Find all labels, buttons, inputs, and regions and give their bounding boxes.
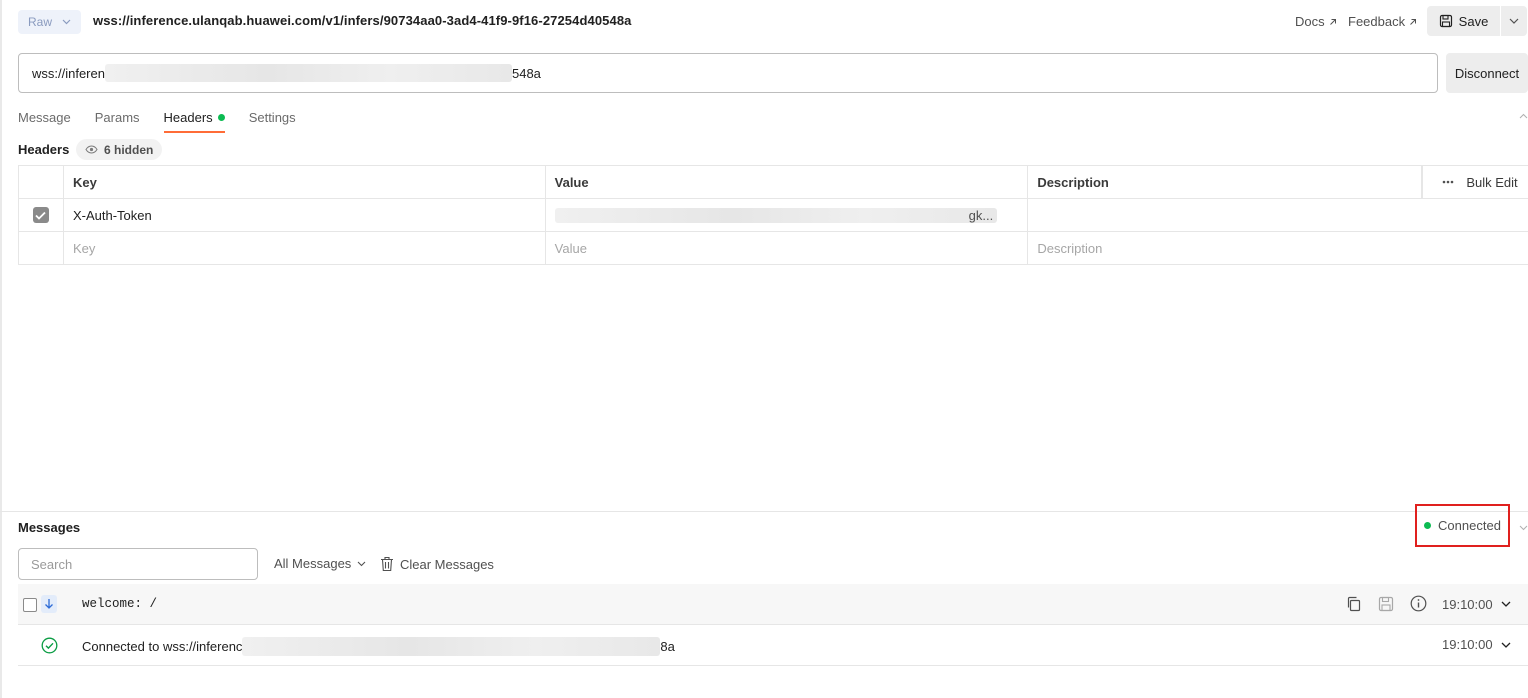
check-circle-icon bbox=[41, 637, 58, 654]
clear-messages-button[interactable]: Clear Messages bbox=[380, 556, 494, 572]
chevron-up-icon[interactable] bbox=[1519, 113, 1528, 119]
hidden-headers-toggle[interactable]: 6 hidden bbox=[76, 139, 163, 160]
external-link-icon bbox=[1410, 18, 1417, 25]
save-button-group: Save bbox=[1427, 6, 1527, 36]
redacted-url-mask bbox=[104, 64, 512, 82]
headers-table: Key Value Description Bulk Edit X-Auth-T… bbox=[18, 165, 1528, 265]
chevron-down-icon[interactable] bbox=[1501, 601, 1511, 607]
redacted-token-mask bbox=[554, 207, 997, 223]
disconnect-button[interactable]: Disconnect bbox=[1446, 53, 1528, 93]
header-key-cell[interactable]: X-Auth-Token bbox=[64, 199, 546, 231]
filter-label: All Messages bbox=[274, 556, 352, 571]
connection-status-label: Connected bbox=[1438, 518, 1501, 533]
clear-messages-label: Clear Messages bbox=[400, 556, 494, 572]
copy-icon[interactable] bbox=[1346, 596, 1362, 612]
hidden-count-label: 6 hidden bbox=[104, 142, 154, 157]
column-description: Description bbox=[1028, 166, 1423, 198]
connection-status: Connected bbox=[1415, 504, 1510, 547]
chevron-down-icon[interactable] bbox=[1519, 525, 1528, 531]
tab-params[interactable]: Params bbox=[95, 102, 140, 133]
more-options-icon bbox=[1443, 180, 1454, 184]
connected-message: Connected to wss://inferenc 8a bbox=[82, 637, 675, 656]
external-link-icon bbox=[1329, 18, 1336, 25]
value-placeholder-cell[interactable]: Value bbox=[546, 232, 1029, 264]
save-label: Save bbox=[1458, 13, 1489, 29]
request-mode-label: Raw bbox=[28, 15, 53, 29]
info-icon[interactable] bbox=[1410, 595, 1427, 612]
headers-indicator-dot bbox=[217, 113, 225, 121]
message-text: welcome: / bbox=[82, 597, 158, 611]
chevron-down-icon[interactable] bbox=[1501, 642, 1511, 648]
tab-settings-label: Settings bbox=[248, 109, 296, 125]
chevron-down-icon bbox=[62, 19, 71, 25]
table-header-row: Key Value Description Bulk Edit bbox=[18, 166, 1528, 199]
table-row-placeholder: Key Value Description bbox=[18, 232, 1528, 265]
bulk-edit-label: Bulk Edit bbox=[1466, 174, 1518, 190]
request-tabs: Message Params Headers Settings bbox=[18, 102, 320, 133]
docs-link[interactable]: Docs bbox=[1295, 14, 1337, 29]
tab-params-label: Params bbox=[94, 109, 140, 125]
table-row: X-Auth-Token gk... bbox=[18, 199, 1528, 232]
column-value: Value bbox=[546, 166, 1029, 198]
tab-settings[interactable]: Settings bbox=[249, 102, 296, 133]
chevron-down-icon bbox=[357, 561, 366, 566]
incoming-arrow-icon bbox=[41, 595, 57, 613]
messages-search-input[interactable] bbox=[18, 548, 258, 580]
tab-headers-label: Headers bbox=[163, 109, 213, 125]
url-input[interactable]: wss://inferen 548a bbox=[18, 53, 1438, 93]
message-time: 19:10:00 bbox=[1442, 637, 1493, 652]
message-time: 19:10:00 bbox=[1442, 597, 1493, 612]
redacted-url-mask bbox=[242, 637, 661, 656]
trash-icon bbox=[381, 556, 393, 572]
message-select-checkbox[interactable] bbox=[23, 598, 37, 612]
header-checkbox-column bbox=[19, 166, 64, 198]
chevron-down-icon bbox=[1509, 18, 1519, 24]
tab-message[interactable]: Message bbox=[18, 102, 71, 133]
header-description-cell[interactable] bbox=[1028, 199, 1528, 231]
save-icon bbox=[1439, 14, 1452, 28]
message-item[interactable]: Connected to wss://inferenc 8a 19:10:00 bbox=[18, 625, 1528, 666]
feedback-link[interactable]: Feedback bbox=[1348, 14, 1417, 29]
save-options-button[interactable] bbox=[1500, 6, 1527, 36]
bulk-edit-button[interactable]: Bulk Edit bbox=[1422, 166, 1528, 198]
tab-message-label: Message bbox=[18, 109, 71, 125]
row-enable-checkbox[interactable] bbox=[19, 199, 64, 231]
connected-status-dot bbox=[1424, 522, 1432, 529]
url-suffix: 548a bbox=[511, 65, 541, 81]
message-item[interactable]: welcome: / 19:10:00 bbox=[18, 584, 1528, 625]
eye-icon bbox=[85, 145, 98, 154]
tab-headers[interactable]: Headers bbox=[163, 102, 225, 133]
url-prefix: wss://inferen bbox=[32, 65, 105, 81]
request-title[interactable]: wss://inference.ulanqab.huawei.com/v1/in… bbox=[93, 13, 631, 28]
connected-message-suffix: 8a bbox=[660, 639, 675, 654]
messages-title: Messages bbox=[18, 520, 81, 535]
placeholder-checkbox-column bbox=[19, 232, 64, 264]
headers-section-title: Headers bbox=[18, 142, 70, 157]
description-placeholder-cell[interactable]: Description bbox=[1028, 232, 1528, 264]
column-key: Key bbox=[64, 166, 546, 198]
docs-label: Docs bbox=[1295, 14, 1325, 29]
save-button[interactable]: Save bbox=[1427, 6, 1500, 36]
left-panel-edge bbox=[0, 0, 2, 698]
header-value-suffix: gk... bbox=[968, 207, 994, 223]
request-mode-select[interactable]: Raw bbox=[18, 10, 81, 34]
checkbox-checked bbox=[32, 207, 49, 223]
feedback-label: Feedback bbox=[1348, 14, 1406, 29]
header-value-cell[interactable]: gk... bbox=[546, 199, 1029, 231]
arrow-down-icon bbox=[45, 599, 53, 609]
connected-message-prefix: Connected to wss://inferenc bbox=[82, 639, 243, 654]
check-icon bbox=[35, 211, 47, 220]
save-icon[interactable] bbox=[1378, 596, 1394, 612]
key-placeholder-cell[interactable]: Key bbox=[64, 232, 546, 264]
messages-filter-dropdown[interactable]: All Messages bbox=[274, 556, 366, 571]
response-panel-divider[interactable] bbox=[0, 511, 1528, 512]
